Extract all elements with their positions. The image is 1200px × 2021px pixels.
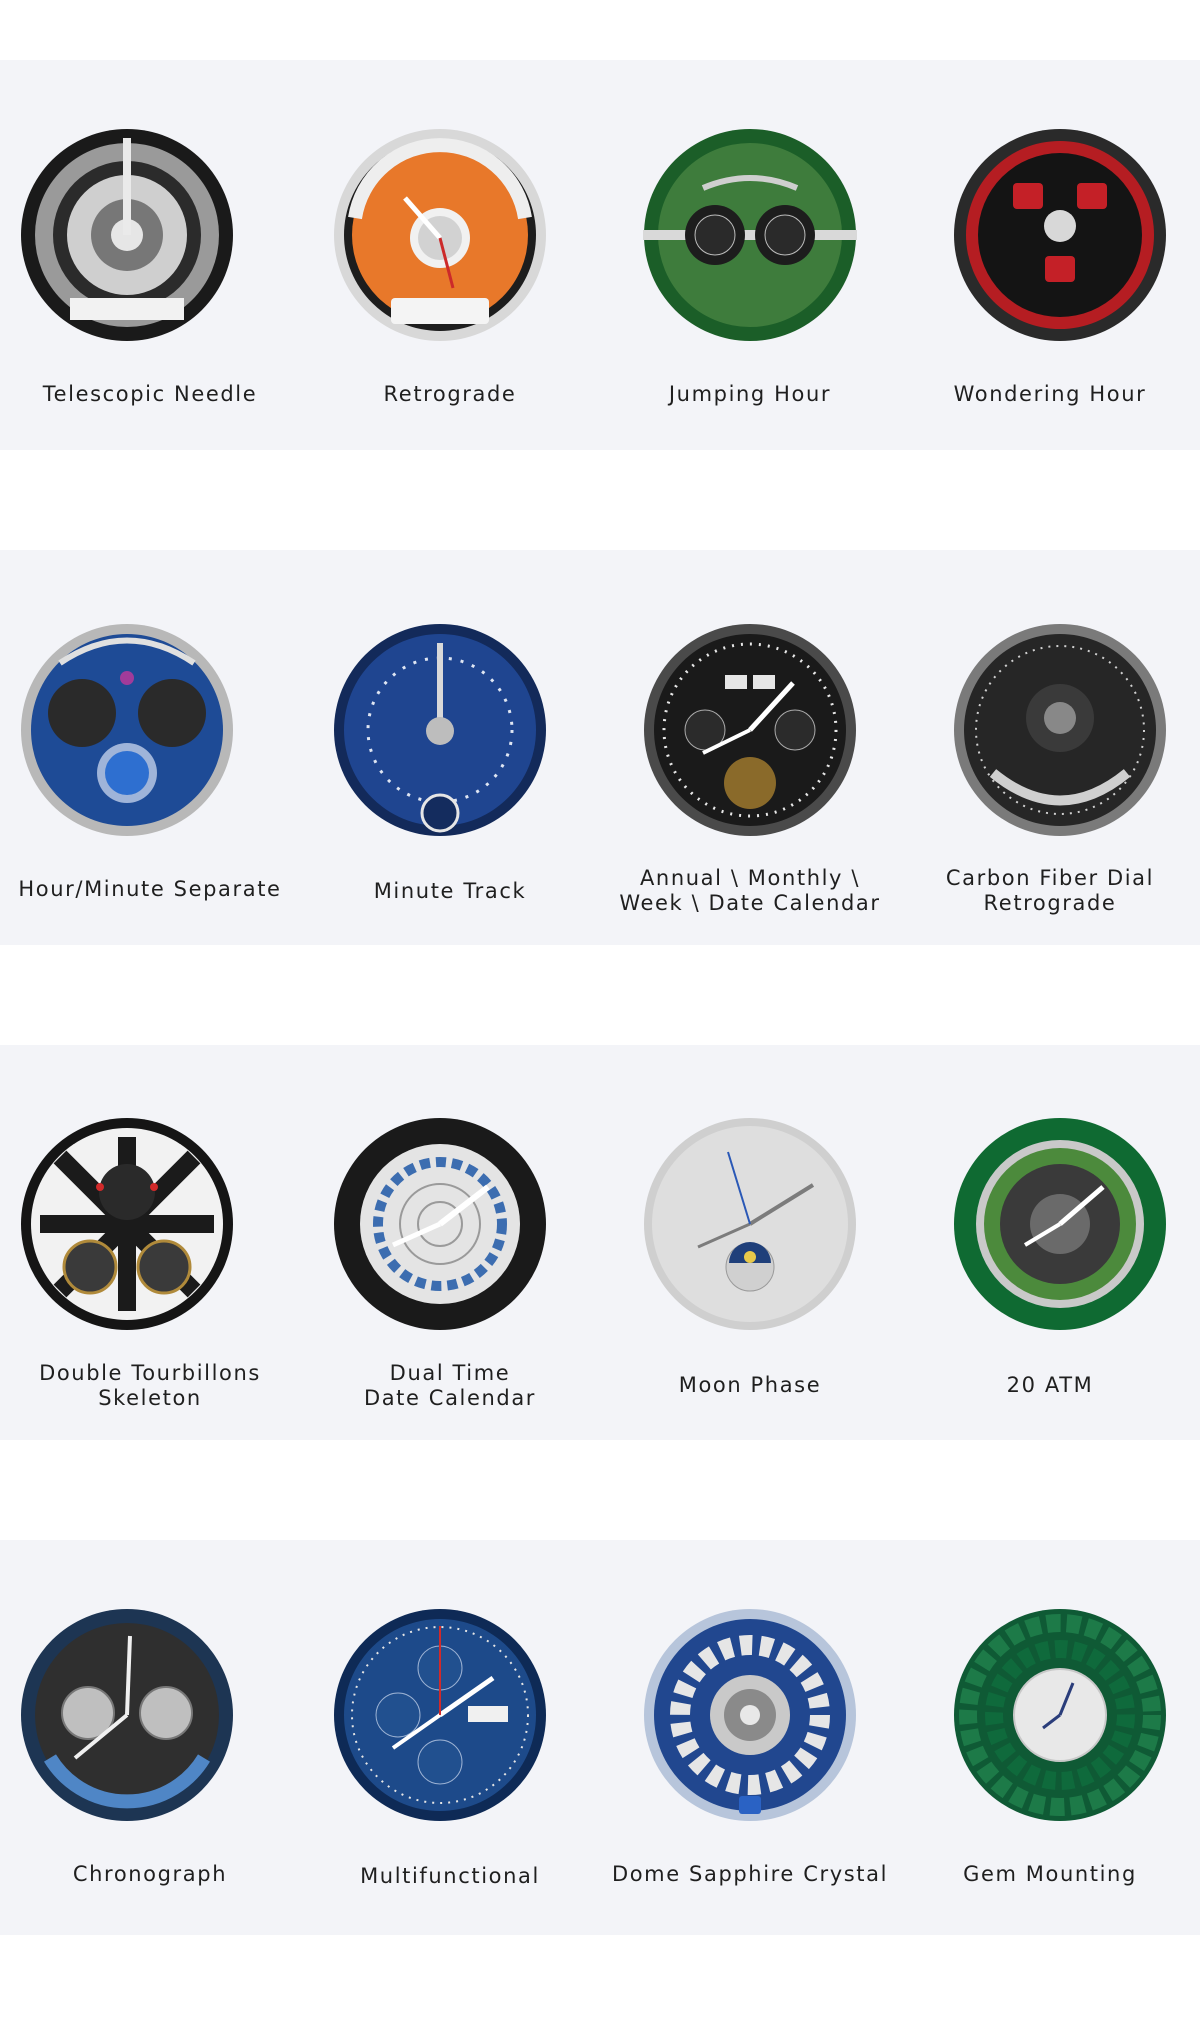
feature-label: Carbon Fiber Dial Retrograde xyxy=(945,866,1155,915)
jumping-hour-watch-dial xyxy=(643,128,857,342)
calendar-watch-dial xyxy=(643,623,857,837)
double-tourbillon-watch-dial xyxy=(20,1117,234,1331)
feature-label: Dome Sapphire Crystal xyxy=(611,1862,889,1886)
feature-gem-mounting: Gem Mounting xyxy=(900,1540,1200,1935)
moon-phase-watch-dial xyxy=(643,1117,857,1331)
feature-label: Wondering Hour xyxy=(953,382,1147,406)
feature-label: 20 ATM xyxy=(1006,1373,1094,1397)
feature-20-atm: 20 ATM xyxy=(900,1045,1200,1440)
feature-telescopic-needle: Telescopic Needle xyxy=(0,60,300,450)
feature-moon-phase: Moon Phase xyxy=(600,1045,900,1440)
feature-retrograde: Retrograde xyxy=(300,60,600,450)
feature-dome-sapphire: Dome Sapphire Crystal xyxy=(600,1540,900,1935)
feature-label: Gem Mounting xyxy=(963,1862,1137,1886)
telescopic-needle-watch-dial xyxy=(20,128,234,342)
feature-label: Annual \ Monthly \ Week \ Date Calendar xyxy=(619,866,881,915)
feature-hour-minute-separate: Hour/Minute Separate xyxy=(0,550,300,945)
feature-dual-time: Dual Time Date Calendar xyxy=(300,1045,600,1440)
hour-minute-separate-watch-dial xyxy=(20,623,234,837)
wondering-hour-watch-dial xyxy=(953,128,1167,342)
feature-chronograph: Chronograph xyxy=(0,1540,300,1935)
feature-wondering-hour: Wondering Hour xyxy=(900,60,1200,450)
feature-row-3: Double Tourbillons Skeleton Dual Time Da… xyxy=(0,1045,1200,1440)
feature-minute-track: Minute Track xyxy=(300,550,600,945)
feature-label: Dual Time Date Calendar xyxy=(363,1361,537,1410)
multifunctional-watch-dial xyxy=(333,1608,547,1822)
minute-track-watch-dial xyxy=(333,623,547,837)
feature-jumping-hour: Jumping Hour xyxy=(600,60,900,450)
feature-label: Telescopic Needle xyxy=(42,382,258,406)
feature-label: Hour/Minute Separate xyxy=(18,877,282,901)
feature-label: Multifunctional xyxy=(360,1864,540,1888)
feature-carbon-fiber-retrograde: Carbon Fiber Dial Retrograde xyxy=(900,550,1200,945)
dual-time-watch-dial xyxy=(333,1117,547,1331)
dome-sapphire-watch-dial xyxy=(643,1608,857,1822)
feature-label: Retrograde xyxy=(383,382,517,406)
feature-calendar: Annual \ Monthly \ Week \ Date Calendar xyxy=(600,550,900,945)
page: { "sections": [ { "items": [ {"label": "… xyxy=(0,0,1200,2021)
chronograph-watch-dial xyxy=(20,1608,234,1822)
feature-label: Moon Phase xyxy=(678,1373,822,1397)
gem-mounting-watch-dial xyxy=(953,1608,1167,1822)
feature-row-2: Hour/Minute Separate Minute Track Annual… xyxy=(0,550,1200,945)
carbon-fiber-watch-dial xyxy=(953,623,1167,837)
feature-row-4: Chronograph Multifunctional Dome Sapphir… xyxy=(0,1540,1200,1935)
feature-row-1: Telescopic Needle Retrograde Jumping Hou… xyxy=(0,60,1200,450)
feature-double-tourbillons: Double Tourbillons Skeleton xyxy=(0,1045,300,1440)
feature-label: Chronograph xyxy=(72,1862,228,1886)
retrograde-watch-dial xyxy=(333,128,547,342)
feature-label: Double Tourbillons Skeleton xyxy=(39,1361,261,1410)
feature-label: Jumping Hour xyxy=(668,382,832,406)
feature-label: Minute Track xyxy=(373,879,527,903)
feature-multifunctional: Multifunctional xyxy=(300,1540,600,1935)
diver-watch-dial xyxy=(953,1117,1167,1331)
